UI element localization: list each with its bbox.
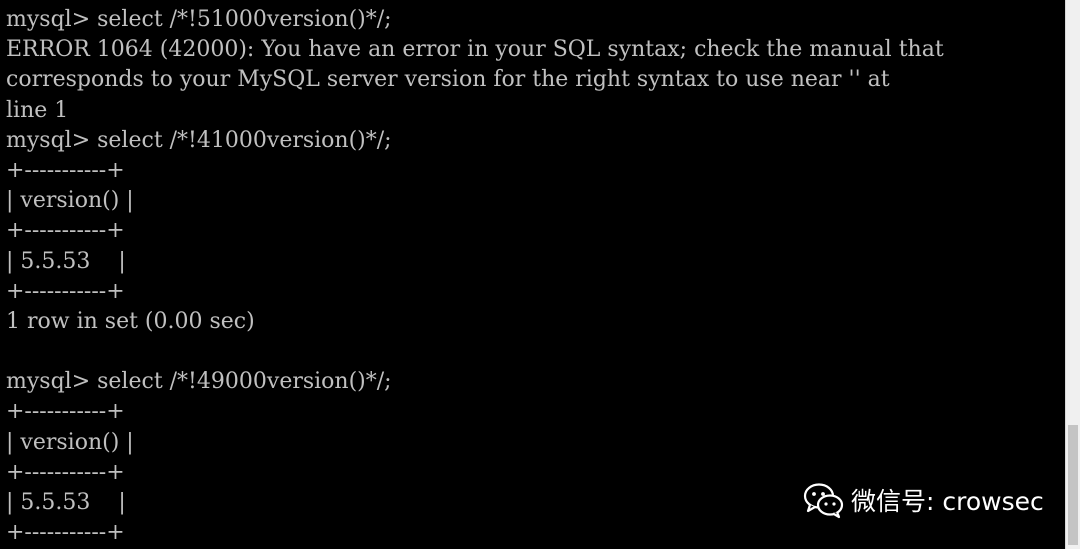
blank-line: [6, 337, 1062, 367]
error-line-3: line 1: [6, 97, 69, 123]
wechat-watermark: 微信号: crowsec: [803, 480, 1044, 520]
table-border: +-----------+: [6, 399, 125, 425]
table-border: +-----------+: [6, 520, 125, 546]
table-border: +-----------+: [6, 278, 125, 304]
result-summary: 1 row in set (0.00 sec): [6, 308, 255, 334]
wechat-icon: [803, 483, 844, 519]
prompt-line-3: mysql> select /*!49000version()*/;: [6, 369, 392, 395]
table-header: | version() |: [6, 429, 134, 455]
prompt-line-1: mysql> select /*!51000version()*/;: [6, 7, 392, 32]
table-border: +-----------+: [6, 218, 125, 244]
terminal-window[interactable]: mysql> select /*!51000version()*/; ERROR…: [0, 0, 1065, 549]
error-line-2: corresponds to your MySQL server version…: [6, 67, 890, 93]
vertical-scrollbar[interactable]: [1065, 0, 1080, 549]
watermark-text: 微信号: crowsec: [851, 487, 1044, 516]
scrollbar-thumb[interactable]: [1068, 425, 1078, 545]
terminal-output: mysql> select /*!51000version()*/; ERROR…: [6, 5, 1062, 548]
prompt-line-2: mysql> select /*!41000version()*/;: [6, 127, 392, 153]
table-row: | 5.5.53 |: [6, 248, 126, 274]
error-line-1: ERROR 1064 (42000): You have an error in…: [6, 37, 944, 63]
table-border: +-----------+: [6, 157, 125, 183]
table-header: | version() |: [6, 188, 134, 214]
